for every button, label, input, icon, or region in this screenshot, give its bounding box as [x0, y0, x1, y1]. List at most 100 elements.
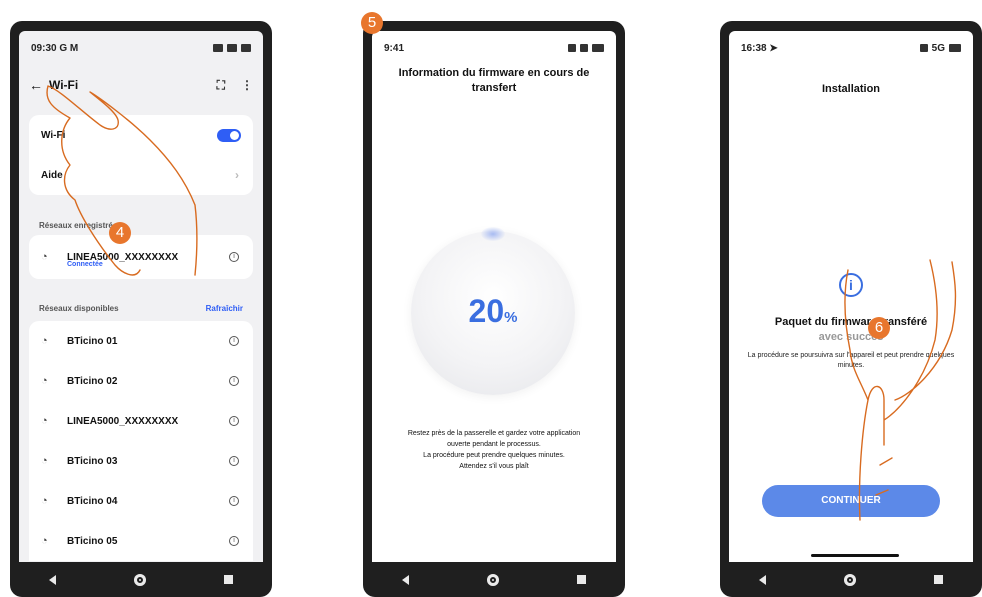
- wifi-lock-icon: ◔: [41, 375, 48, 387]
- info-icon[interactable]: i: [229, 376, 239, 386]
- status-bar: 9:41: [384, 41, 604, 55]
- android-nav-bar: [720, 562, 982, 597]
- success-message-line2: avec succès: [818, 331, 884, 343]
- network-name: BTicino 01: [67, 335, 118, 347]
- network-row[interactable]: ◔ LINEA5000_XXXXXXXX i: [29, 401, 253, 441]
- location-arrow-icon: ➤: [769, 42, 778, 54]
- network-type: 5G: [931, 42, 945, 54]
- process-message: La procédure se poursuivra sur l'apparei…: [747, 352, 955, 369]
- help-row-label: Aide: [41, 169, 63, 181]
- info-icon[interactable]: i: [229, 252, 239, 262]
- wifi-toggle-row[interactable]: Wi-Fi: [29, 115, 253, 155]
- saved-networks-label: Réseaux enregistrés: [39, 221, 118, 230]
- wifi-lock-icon: ◔: [41, 251, 48, 263]
- battery-icon: [241, 44, 251, 52]
- help-row[interactable]: Aide ›: [29, 155, 253, 195]
- wifi-lock-icon: ◔: [41, 455, 48, 467]
- network-name: BTicino 03: [67, 455, 118, 467]
- wifi-toggle-switch[interactable]: [217, 128, 241, 142]
- refresh-button[interactable]: Rafraîchir: [206, 304, 243, 313]
- page-title: Installation: [821, 83, 881, 95]
- network-row[interactable]: ◔ BTicino 01 i: [29, 321, 253, 361]
- wifi-toggle-label: Wi-Fi: [41, 129, 66, 141]
- nav-home-icon[interactable]: [844, 573, 856, 586]
- info-icon[interactable]: i: [229, 336, 239, 346]
- available-networks-list: ◔ BTicino 01 i ◔ BTicino 02 i ◔ LINEA5000_XXXXX…: [29, 321, 253, 561]
- network-name: LINEA5000_XXXXXXXX: [67, 415, 179, 427]
- nav-recents-icon[interactable]: [934, 575, 943, 584]
- saved-network-card: ◔ LINEA5000_XXXXXXXX Connectée i: [29, 235, 253, 279]
- firmware-transfer-screen: 9:41 Information du firmware en cours de…: [372, 31, 616, 562]
- signal-icon: [568, 44, 576, 52]
- info-icon[interactable]: i: [229, 456, 239, 466]
- wifi-lock-icon: ◔: [41, 415, 48, 427]
- step-badge-4: 4: [109, 222, 131, 244]
- nav-back-icon[interactable]: [759, 574, 766, 585]
- network-row[interactable]: ◔ BTicino 05 i: [29, 521, 253, 561]
- qr-scan-icon[interactable]: ⛶: [217, 78, 225, 93]
- wifi-settings-screen: 09:30 G M ← Wi-Fi ⛶ ⋮ Wi-Fi Aide › Résea…: [19, 31, 263, 562]
- network-row[interactable]: ◔ BTicino 02 i: [29, 361, 253, 401]
- status-bar: 09:30 G M: [31, 41, 251, 55]
- battery-icon: [592, 44, 604, 52]
- step-badge-5: 5: [361, 12, 383, 34]
- description-line: Restez près de la passerelle et gardez v…: [407, 430, 581, 437]
- phone-wifi-settings: 09:30 G M ← Wi-Fi ⛶ ⋮ Wi-Fi Aide › Résea…: [10, 21, 272, 597]
- wifi-status-icon: [580, 44, 588, 52]
- saved-network-row[interactable]: ◔ LINEA5000_XXXXXXXX Connectée i: [29, 235, 253, 279]
- info-icon[interactable]: i: [229, 536, 239, 546]
- description-line: ouverte pendant le processus.: [447, 441, 541, 448]
- wifi-header: ← Wi-Fi ⛶ ⋮: [29, 75, 253, 95]
- continue-button[interactable]: CONTINUER: [762, 485, 940, 517]
- info-circle-icon: i: [839, 273, 863, 297]
- progress-number: 20: [468, 293, 505, 329]
- nav-recents-icon[interactable]: [577, 575, 586, 584]
- network-name: BTicino 05: [67, 535, 118, 547]
- status-icons: [568, 44, 604, 52]
- success-message: Paquet du firmware transféré avec succès: [737, 315, 965, 345]
- page-title: Wi-Fi: [49, 78, 79, 92]
- saved-network-status: Connectée: [67, 261, 103, 268]
- home-indicator[interactable]: [811, 554, 899, 557]
- android-nav-bar: [363, 562, 625, 597]
- step-badge-6: 6: [868, 317, 890, 339]
- transfer-description: Restez près de la passerelle et gardez v…: [388, 428, 600, 472]
- android-nav-bar: [10, 562, 272, 597]
- wifi-toggle-card: Wi-Fi Aide ›: [29, 115, 253, 195]
- info-icon[interactable]: i: [229, 416, 239, 426]
- battery-icon: [949, 44, 961, 52]
- nav-home-icon[interactable]: [487, 573, 499, 586]
- info-icon[interactable]: i: [229, 496, 239, 506]
- status-icons: 5G: [919, 42, 961, 54]
- nav-back-icon[interactable]: [402, 574, 409, 585]
- success-message-line1: Paquet du firmware transféré: [774, 316, 928, 328]
- network-row[interactable]: ◔ BTicino 04 i: [29, 481, 253, 521]
- description-line: Attendez s'il vous plaît: [459, 463, 529, 470]
- phone-firmware-transfer: 9:41 Information du firmware en cours de…: [363, 21, 625, 597]
- status-time: 9:41: [384, 42, 405, 54]
- description-line: La procédure peut prendre quelques minut…: [423, 452, 565, 459]
- nfc-icon: [213, 44, 223, 52]
- network-name: BTicino 04: [67, 495, 118, 507]
- status-icons: [213, 44, 251, 52]
- wifi-status-icon: [227, 44, 237, 52]
- wifi-lock-icon: ◔: [41, 335, 48, 347]
- nav-home-icon[interactable]: [134, 573, 146, 586]
- wifi-lock-icon: ◔: [41, 535, 48, 547]
- wifi-lock-icon: ◔: [41, 495, 48, 507]
- more-menu-icon[interactable]: ⋮: [241, 78, 253, 93]
- progress-value: 20%: [411, 293, 575, 330]
- progress-indicator: [481, 227, 505, 241]
- chevron-right-icon: ›: [235, 168, 239, 182]
- back-arrow-icon[interactable]: ←: [29, 77, 43, 93]
- phone-installation: 16:38 ➤ 5G Installation i Paquet du firm…: [720, 21, 982, 597]
- nav-back-icon[interactable]: [49, 574, 56, 585]
- available-networks-label: Réseaux disponibles: [39, 304, 119, 313]
- page-title: Information du firmware en cours de tran…: [398, 67, 590, 94]
- tutorial-stage: 09:30 G M ← Wi-Fi ⛶ ⋮ Wi-Fi Aide › Résea…: [0, 0, 982, 597]
- nav-recents-icon[interactable]: [224, 575, 233, 584]
- network-row[interactable]: ◔ BTicino 03 i: [29, 441, 253, 481]
- network-name: BTicino 02: [67, 375, 118, 387]
- progress-circle: 20%: [411, 227, 575, 395]
- status-time: 16:38 ➤: [741, 42, 778, 54]
